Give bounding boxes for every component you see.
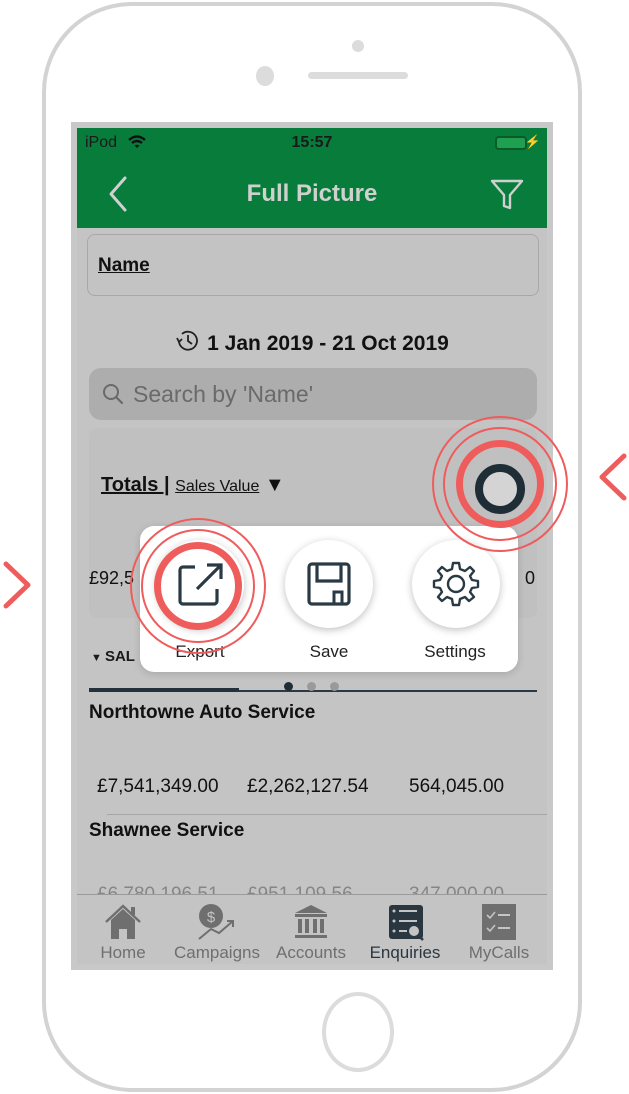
save-button[interactable] (285, 540, 373, 628)
chevron-right-hint-icon (3, 561, 31, 609)
tab-accounts-label: Accounts (276, 943, 346, 962)
actions-popover: Export Save Settings (140, 526, 518, 672)
tab-home[interactable]: Home (77, 903, 169, 963)
bottom-tab-bar: Home $ Campaigns Accounts Enquiries MyCa… (77, 894, 547, 964)
export-label: Export (175, 642, 225, 661)
tab-enquiries[interactable]: Enquiries (359, 903, 451, 963)
tab-enquiries-label: Enquiries (369, 943, 441, 962)
filter-icon[interactable] (489, 176, 525, 212)
name-field-label: Name (98, 255, 150, 276)
page-dot[interactable] (307, 682, 316, 691)
list-item-value: £7,541,349.00 (97, 776, 219, 797)
floppy-disk-icon (307, 562, 351, 606)
home-button[interactable] (322, 992, 394, 1072)
bank-icon (295, 905, 327, 938)
list-item-name[interactable]: Northtowne Auto Service (89, 702, 315, 724)
tab-campaigns[interactable]: $ Campaigns (171, 903, 263, 963)
totals-value: £92,5 (89, 568, 135, 588)
date-range[interactable]: 1 Jan 2019 - 21 Oct 2019 (77, 328, 547, 356)
metric-label: Sales Value (175, 478, 260, 495)
search-icon (103, 384, 124, 405)
battery-icon (495, 136, 527, 150)
camera-dot (352, 40, 364, 52)
clock-time: 15:57 (291, 134, 333, 151)
section-header[interactable]: ▼ SAL (91, 648, 135, 665)
page-title: Full Picture (246, 180, 378, 207)
campaigns-icon: $ (198, 904, 234, 940)
page-dot[interactable] (330, 682, 339, 691)
page-dot-active[interactable] (284, 682, 293, 691)
list-divider (107, 814, 547, 815)
page-indicator (284, 678, 353, 696)
svg-text:$: $ (207, 909, 216, 926)
enquiries-icon (389, 905, 424, 941)
caret-down-icon: ▼ (91, 652, 105, 664)
speaker-grille (308, 72, 408, 79)
charging-icon: ⚡ (524, 134, 541, 149)
tab-accounts[interactable]: Accounts (265, 903, 357, 963)
name-field[interactable]: Name (87, 234, 539, 296)
checklist-icon (482, 904, 516, 940)
date-range-text: 1 Jan 2019 - 21 Oct 2019 (207, 332, 449, 355)
search-placeholder: Search by 'Name' (133, 381, 314, 407)
list-item-name[interactable]: Shawnee Service (89, 820, 244, 842)
active-tab-bar (89, 688, 239, 692)
settings-label: Settings (424, 642, 486, 661)
actions-fab-button[interactable] (475, 464, 525, 514)
tab-mycalls-label: MyCalls (468, 943, 530, 962)
export-button[interactable] (156, 540, 244, 628)
save-label: Save (309, 642, 349, 661)
chevron-left-hint-icon (599, 453, 627, 501)
gear-icon (432, 561, 480, 607)
totals-selector[interactable]: Totals | Sales Value ▼ (101, 474, 285, 497)
export-icon (178, 563, 223, 606)
history-clock-icon (176, 330, 198, 351)
settings-button[interactable] (412, 540, 500, 628)
totals-value-right: 0 (525, 568, 536, 588)
sensor-dot (256, 66, 274, 86)
tab-mycalls[interactable]: MyCalls (453, 903, 545, 963)
list-item-value: £2,262,127.54 (247, 776, 369, 797)
totals-label: Totals | (101, 474, 170, 496)
app-header: iPod 15:57 ⚡ Full Picture (77, 128, 547, 228)
tab-home-label: Home (100, 943, 146, 962)
home-icon (105, 904, 141, 939)
tutorial-stage: iPod 15:57 ⚡ Full Picture Name 1 Jan 201… (0, 0, 629, 1094)
section-label: SAL (104, 648, 135, 665)
list-item-value: 564,045.00 (409, 776, 505, 797)
status-bar: iPod 15:57 ⚡ (77, 128, 547, 158)
dropdown-caret-icon: ▼ (264, 474, 285, 496)
search-input[interactable]: Search by 'Name' (89, 368, 537, 420)
tab-campaigns-label: Campaigns (174, 943, 260, 962)
